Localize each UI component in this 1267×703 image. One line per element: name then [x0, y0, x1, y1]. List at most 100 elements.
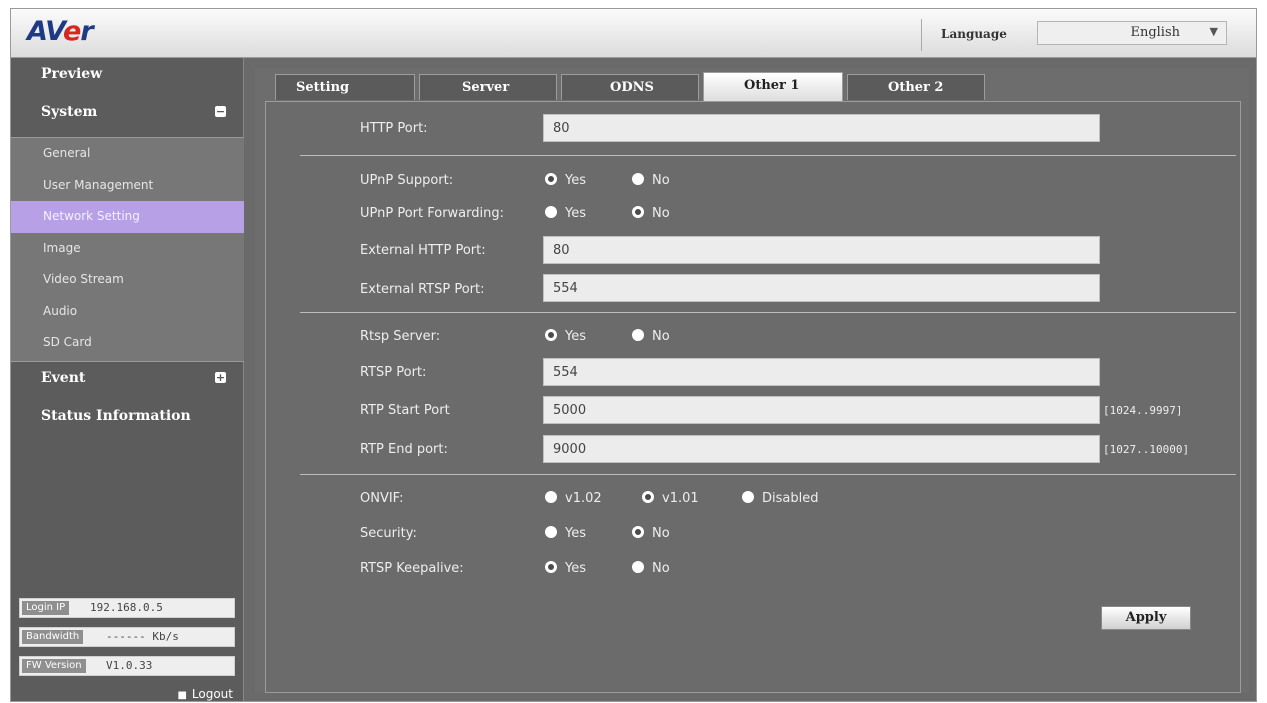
- login-ip-label: Login IP: [22, 601, 70, 615]
- radio-selected-icon: [545, 561, 557, 573]
- upnp-support-no-radio[interactable]: No: [632, 173, 670, 188]
- rtsp-keepalive-yes-radio[interactable]: Yes: [545, 561, 586, 576]
- user-icon: ■: [177, 690, 187, 701]
- external-rtsp-port-label: External RTSP Port:: [360, 282, 485, 297]
- security-no-radio[interactable]: No: [632, 526, 670, 541]
- radio-selected-icon: [642, 491, 654, 503]
- radio-label: Yes: [565, 561, 586, 576]
- collapse-icon[interactable]: −: [215, 106, 226, 117]
- rtp-start-port-label: RTP Start Port: [360, 403, 450, 418]
- http-port-input[interactable]: 80: [543, 114, 1100, 142]
- radio-unselected-icon: [742, 491, 754, 503]
- language-value: English: [1130, 25, 1180, 40]
- header-bar: AVer Language English ▼: [11, 9, 1256, 58]
- rtsp-keepalive-no-radio[interactable]: No: [632, 561, 670, 576]
- radio-label: Yes: [565, 173, 586, 188]
- header-divider: [921, 19, 922, 51]
- upnp-port-forwarding-yes-radio[interactable]: Yes: [545, 206, 586, 221]
- nav-preview-label: Preview: [41, 66, 103, 82]
- radio-selected-icon: [545, 173, 557, 185]
- expand-icon[interactable]: +: [215, 372, 226, 383]
- bandwidth-info: Bandwidth ------ Kb/s: [19, 627, 235, 647]
- chevron-down-icon: ▼: [1209, 25, 1218, 38]
- radio-unselected-icon: [632, 561, 644, 573]
- http-port-label: HTTP Port:: [360, 121, 428, 136]
- main-panel: Setting Server ODNS Other 1 Other 2 HTTP…: [255, 69, 1249, 693]
- aver-logo: AVer: [27, 16, 94, 47]
- fw-version-label: FW Version: [22, 659, 86, 673]
- sidebar-item-image[interactable]: Image: [11, 233, 244, 265]
- onvif-v101-radio[interactable]: v1.01: [642, 491, 699, 506]
- system-submenu: General User Management Network Setting …: [11, 137, 244, 362]
- rtsp-port-input[interactable]: 554: [543, 358, 1100, 386]
- rtp-start-port-input[interactable]: 5000: [543, 396, 1100, 424]
- divider: [300, 474, 1236, 475]
- nav-system[interactable]: System −: [11, 98, 244, 126]
- nav-preview[interactable]: Preview: [11, 60, 244, 88]
- rtsp-keepalive-label: RTSP Keepalive:: [360, 561, 464, 576]
- external-rtsp-port-input[interactable]: 554: [543, 274, 1100, 302]
- radio-label: Yes: [565, 329, 586, 344]
- onvif-label: ONVIF:: [360, 491, 404, 506]
- rtsp-port-label: RTSP Port:: [360, 365, 427, 380]
- upnp-support-yes-radio[interactable]: Yes: [545, 173, 586, 188]
- divider: [300, 155, 1236, 156]
- radio-label: Disabled: [762, 491, 819, 506]
- tab-setting[interactable]: Setting: [275, 74, 415, 100]
- rtp-end-port-range: [1027..10000]: [1103, 443, 1190, 456]
- radio-label: v1.02: [565, 491, 602, 506]
- language-label: Language: [941, 27, 1007, 41]
- radio-selected-icon: [632, 526, 644, 538]
- radio-label: No: [652, 173, 670, 188]
- nav-status-information-label: Status Information: [41, 408, 191, 424]
- logo-text-av: AV: [27, 16, 64, 47]
- external-http-port-label: External HTTP Port:: [360, 243, 486, 258]
- fw-version-info: FW Version V1.0.33: [19, 656, 235, 676]
- sidebar-item-network-setting[interactable]: Network Setting: [11, 201, 244, 233]
- radio-unselected-icon: [545, 526, 557, 538]
- rtp-end-port-label: RTP End port:: [360, 442, 448, 457]
- radio-unselected-icon: [545, 491, 557, 503]
- radio-selected-icon: [632, 206, 644, 218]
- radio-label: No: [652, 206, 670, 221]
- tab-other-2[interactable]: Other 2: [847, 74, 985, 100]
- logo-text-e: e: [63, 16, 81, 47]
- sidebar-item-video-stream[interactable]: Video Stream: [11, 264, 244, 296]
- radio-label: No: [652, 526, 670, 541]
- rtsp-server-yes-radio[interactable]: Yes: [545, 329, 586, 344]
- language-select[interactable]: English ▼: [1037, 21, 1227, 45]
- upnp-port-forwarding-no-radio[interactable]: No: [632, 206, 670, 221]
- settings-panel: HTTP Port: 80 UPnP Support: Yes No UPnP …: [265, 101, 1241, 693]
- sidebar-item-sd-card[interactable]: SD Card: [11, 327, 244, 359]
- onvif-v102-radio[interactable]: v1.02: [545, 491, 602, 506]
- logout-link[interactable]: ■ Logout: [177, 687, 233, 701]
- radio-label: Yes: [565, 526, 586, 541]
- sidebar-item-user-management[interactable]: User Management: [11, 170, 244, 202]
- onvif-disabled-radio[interactable]: Disabled: [742, 491, 818, 506]
- tab-server[interactable]: Server: [419, 74, 557, 100]
- radio-selected-icon: [545, 329, 557, 341]
- login-ip-info: Login IP 192.168.0.5: [19, 598, 235, 618]
- rtp-start-port-range: [1024..9997]: [1103, 404, 1183, 417]
- external-http-port-input[interactable]: 80: [543, 236, 1100, 264]
- radio-label: Yes: [565, 206, 586, 221]
- nav-system-label: System: [41, 104, 98, 120]
- apply-button[interactable]: Apply: [1101, 606, 1191, 630]
- app-window: AVer Language English ▼ Preview System − …: [10, 8, 1257, 702]
- rtp-end-port-input[interactable]: 9000: [543, 435, 1100, 463]
- security-label: Security:: [360, 526, 417, 541]
- nav-status-information[interactable]: Status Information: [11, 402, 244, 430]
- divider: [300, 312, 1236, 313]
- security-yes-radio[interactable]: Yes: [545, 526, 586, 541]
- upnp-support-label: UPnP Support:: [360, 173, 454, 188]
- sidebar-item-audio[interactable]: Audio: [11, 296, 244, 328]
- sidebar: Preview System − General User Management …: [11, 58, 244, 701]
- fw-version-value: V1.0.33: [106, 659, 153, 672]
- tab-odns[interactable]: ODNS: [561, 74, 699, 100]
- logout-label: Logout: [191, 687, 233, 701]
- rtsp-server-no-radio[interactable]: No: [632, 329, 670, 344]
- nav-event[interactable]: Event +: [11, 364, 244, 392]
- tab-other-1[interactable]: Other 1: [703, 72, 843, 102]
- radio-label: No: [652, 561, 670, 576]
- sidebar-item-general[interactable]: General: [11, 138, 244, 170]
